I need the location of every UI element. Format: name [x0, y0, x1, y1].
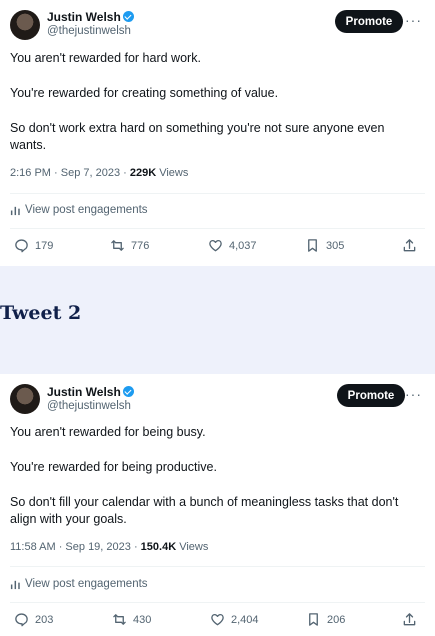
tweet-text-line: You're rewarded for being productive. [10, 460, 217, 474]
action-bar: 179 776 4,037 305 [0, 238, 435, 258]
engagements-label: View post engagements [25, 578, 148, 590]
analytics-icon [10, 580, 20, 589]
bookmark-count: 305 [326, 239, 345, 252]
timestamp[interactable]: 11:58 AM · Sep 19, 2023 · [10, 541, 141, 553]
bookmark-button[interactable]: 305 [305, 238, 344, 253]
share-icon [403, 239, 416, 252]
reply-icon [15, 613, 28, 627]
bookmark-button[interactable]: 206 [306, 612, 345, 627]
verified-badge-icon [122, 386, 134, 397]
share-button[interactable] [402, 238, 417, 253]
verified-badge-icon [122, 11, 134, 22]
divider [10, 602, 425, 603]
share-button[interactable] [402, 612, 417, 627]
promote-button[interactable]: Promote [337, 384, 405, 407]
engagements-label: View post engagements [25, 204, 148, 216]
tweet-text-line: You aren't rewarded for being busy. [10, 425, 206, 439]
like-icon [209, 239, 222, 252]
like-count: 2,404 [231, 613, 259, 626]
section-title: Tweet 2 [0, 302, 82, 324]
share-icon [403, 613, 416, 626]
more-icon[interactable]: ··· [405, 386, 422, 402]
repost-button[interactable]: 776 [110, 238, 149, 253]
reply-count: 179 [35, 239, 54, 252]
like-button[interactable]: 2,404 [210, 612, 259, 627]
promote-button[interactable]: Promote [335, 10, 403, 33]
repost-count: 776 [131, 239, 150, 252]
tweet-text-line: You aren't rewarded for hard work. [10, 51, 201, 65]
repost-count: 430 [133, 613, 152, 626]
author-name[interactable]: Justin Welsh [47, 385, 134, 399]
views-label: Views [159, 167, 189, 179]
avatar[interactable] [10, 10, 40, 40]
more-icon[interactable]: ··· [405, 12, 422, 28]
view-engagements-link[interactable]: View post engagements [10, 578, 148, 590]
views-label: Views [179, 541, 209, 553]
tweet-card: Justin Welsh @thejustinwelsh Promote ···… [0, 374, 435, 636]
analytics-icon [10, 206, 20, 215]
repost-icon [111, 240, 124, 251]
author-name[interactable]: Justin Welsh [47, 10, 134, 24]
repost-button[interactable]: 430 [112, 612, 151, 627]
tweet-card: Justin Welsh @thejustinwelsh Promote ···… [0, 0, 435, 266]
tweet-text-line: So don't work extra hard on something yo… [10, 121, 385, 152]
tweet-text-line: So don't fill your calendar with a bunch… [10, 495, 399, 526]
divider [10, 228, 425, 229]
like-count: 4,037 [229, 239, 257, 252]
author-handle[interactable]: @thejustinwelsh [47, 25, 131, 37]
view-engagements-link[interactable]: View post engagements [10, 204, 148, 216]
like-button[interactable]: 4,037 [208, 238, 257, 253]
tweet-meta: 11:58 AM · Sep 19, 2023 · 150.4K Views [10, 541, 208, 553]
divider [10, 566, 425, 567]
author-handle[interactable]: @thejustinwelsh [47, 400, 131, 412]
reply-button[interactable]: 203 [14, 612, 53, 627]
repost-icon [113, 614, 126, 625]
tweet-meta: 2:16 PM · Sep 7, 2023 · 229K Views [10, 167, 188, 179]
avatar[interactable] [10, 384, 40, 414]
tweet-text-line: You're rewarded for creating something o… [10, 86, 279, 100]
bookmark-icon [309, 613, 318, 626]
reply-icon [15, 239, 28, 253]
reply-button[interactable]: 179 [14, 238, 53, 253]
timestamp[interactable]: 2:16 PM · Sep 7, 2023 · [10, 167, 130, 179]
action-bar: 203 430 2,404 206 [0, 612, 435, 632]
views-count: 229K [129, 167, 157, 179]
bookmark-count: 206 [327, 613, 346, 626]
bookmark-icon [308, 239, 317, 252]
like-icon [211, 613, 224, 626]
reply-count: 203 [35, 613, 54, 626]
views-count: 150.4K [140, 541, 177, 553]
divider [10, 193, 425, 194]
